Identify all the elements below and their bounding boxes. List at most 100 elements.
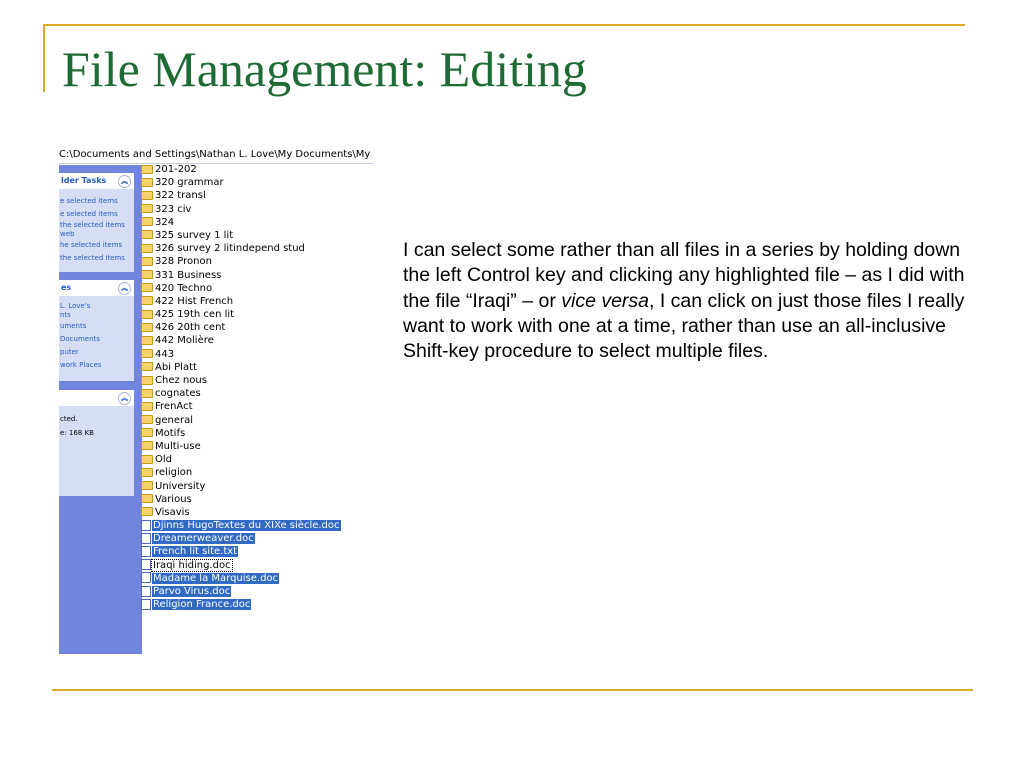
place-link[interactable]: puter: [59, 346, 134, 359]
folder-item[interactable]: 328 Pronon: [141, 255, 374, 268]
folder-icon: [141, 335, 153, 345]
folder-icon: [141, 322, 153, 332]
task-pane: lder Tasks ︽ e selected items e selected…: [59, 165, 142, 654]
file-item[interactable]: Parvo Virus.doc: [141, 585, 374, 598]
file-item[interactable]: Iraqi hiding.doc: [141, 558, 374, 572]
folder-item[interactable]: 325 survey 1 lit: [141, 229, 374, 242]
details-header[interactable]: ︽: [59, 390, 134, 406]
other-places-header[interactable]: es ︽: [59, 280, 134, 296]
task-link[interactable]: the selected items: [59, 221, 134, 230]
folder-item[interactable]: 425 19th cen lit: [141, 308, 374, 321]
file-name: Multi-use: [155, 440, 201, 452]
task-link[interactable]: web: [59, 230, 134, 239]
file-item[interactable]: Religion France.doc: [141, 598, 374, 611]
file-name: 442 Molière: [155, 335, 214, 347]
folder-icon: [141, 296, 153, 306]
file-folder-tasks-title: lder Tasks: [61, 176, 107, 185]
folder-icon: [141, 309, 153, 319]
file-item[interactable]: French lit site.txt: [141, 545, 374, 558]
place-link[interactable]: nts: [59, 311, 134, 320]
folder-item[interactable]: general: [141, 414, 374, 427]
file-name: 422 Hist French: [155, 295, 234, 307]
chevron-up-icon[interactable]: ︽: [118, 175, 131, 188]
folder-item[interactable]: religion: [141, 466, 374, 479]
folder-icon: [141, 441, 153, 451]
word-document-icon: [141, 572, 151, 584]
file-name: FrenAct: [155, 401, 193, 413]
task-link[interactable]: the selected items: [59, 252, 134, 265]
file-name: 322 transl: [155, 190, 206, 202]
folder-icon: [141, 349, 153, 359]
file-name: 331 Business: [155, 269, 222, 281]
folder-item[interactable]: Old: [141, 453, 374, 466]
folder-item[interactable]: 426 20th cent: [141, 321, 374, 334]
bottom-rule: [52, 689, 973, 691]
other-places-title: es: [61, 283, 72, 292]
folder-icon: [141, 256, 153, 266]
file-name: religion: [155, 467, 193, 479]
folder-item[interactable]: Multi-use: [141, 440, 374, 453]
place-link[interactable]: uments: [59, 320, 134, 333]
folder-icon: [141, 454, 153, 464]
file-name: Various: [155, 493, 192, 505]
body-text-italic: vice versa: [561, 289, 650, 312]
file-folder-tasks-box: lder Tasks ︽ e selected items e selected…: [59, 173, 134, 272]
file-name: 324: [155, 216, 175, 228]
folder-item[interactable]: 320 grammar: [141, 176, 374, 189]
folder-item[interactable]: Chez nous: [141, 374, 374, 387]
folder-item[interactable]: 331 Business: [141, 269, 374, 282]
place-link[interactable]: work Places: [59, 359, 134, 372]
file-name: Chez nous: [155, 375, 207, 386]
place-link[interactable]: L. Love's: [59, 302, 134, 311]
task-link[interactable]: e selected items: [59, 195, 134, 208]
file-name: Madame la Marquise.doc: [152, 572, 280, 584]
folder-item[interactable]: 443: [141, 348, 374, 361]
explorer-screenshot: C:\Documents and Settings\Nathan L. Love…: [59, 142, 374, 654]
place-link[interactable]: Documents: [59, 333, 134, 346]
folder-item[interactable]: 442 Molière: [141, 334, 374, 347]
file-folder-tasks-header[interactable]: lder Tasks ︽: [59, 173, 134, 189]
folder-icon: [141, 428, 153, 438]
folder-item[interactable]: 326 survey 2 litindepend stud: [141, 242, 374, 255]
file-name: cognates: [155, 388, 201, 400]
folder-item[interactable]: 201-202: [141, 163, 374, 176]
top-rule: [43, 24, 965, 26]
left-rule: [43, 24, 45, 92]
folder-icon: [141, 401, 153, 411]
file-item[interactable]: Djinns HugoTextes du XIXe siècle.doc: [141, 519, 374, 532]
details-line: cted.: [60, 415, 78, 423]
address-bar[interactable]: C:\Documents and Settings\Nathan L. Love…: [59, 146, 374, 164]
word-document-icon: [141, 585, 151, 597]
folder-item[interactable]: Abi Platt: [141, 361, 374, 374]
folder-item[interactable]: 420 Techno: [141, 282, 374, 295]
folder-item[interactable]: Visavis: [141, 506, 374, 519]
folder-icon: [141, 204, 153, 214]
folder-item[interactable]: 323 civ: [141, 203, 374, 216]
file-name: Djinns HugoTextes du XIXe siècle.doc: [152, 520, 341, 532]
folder-icon: [141, 217, 153, 227]
file-name: 443: [155, 348, 175, 360]
folder-item[interactable]: cognates: [141, 387, 374, 400]
word-document-icon: [141, 598, 151, 610]
file-name: 426 20th cent: [155, 322, 226, 334]
file-item[interactable]: Dreamerweaver.doc: [141, 532, 374, 545]
task-link[interactable]: e selected items: [59, 208, 134, 221]
file-name: 201-202: [155, 164, 197, 175]
chevron-up-icon[interactable]: ︽: [118, 392, 131, 405]
folder-icon: [141, 283, 153, 293]
file-name: 420 Techno: [155, 282, 213, 294]
folder-item[interactable]: FrenAct: [141, 400, 374, 413]
folder-icon: [141, 230, 153, 240]
file-name: 328 Pronon: [155, 256, 212, 268]
folder-item[interactable]: 324: [141, 216, 374, 229]
folder-item[interactable]: University: [141, 480, 374, 493]
folder-item[interactable]: 422 Hist French: [141, 295, 374, 308]
folder-item[interactable]: 322 transl: [141, 189, 374, 202]
file-name: general: [155, 414, 194, 426]
folder-icon: [141, 190, 153, 200]
file-item[interactable]: Madame la Marquise.doc: [141, 572, 374, 585]
folder-item[interactable]: Motifs: [141, 427, 374, 440]
task-link[interactable]: he selected items: [59, 239, 134, 252]
folder-item[interactable]: Various: [141, 493, 374, 506]
chevron-up-icon[interactable]: ︽: [118, 282, 131, 295]
